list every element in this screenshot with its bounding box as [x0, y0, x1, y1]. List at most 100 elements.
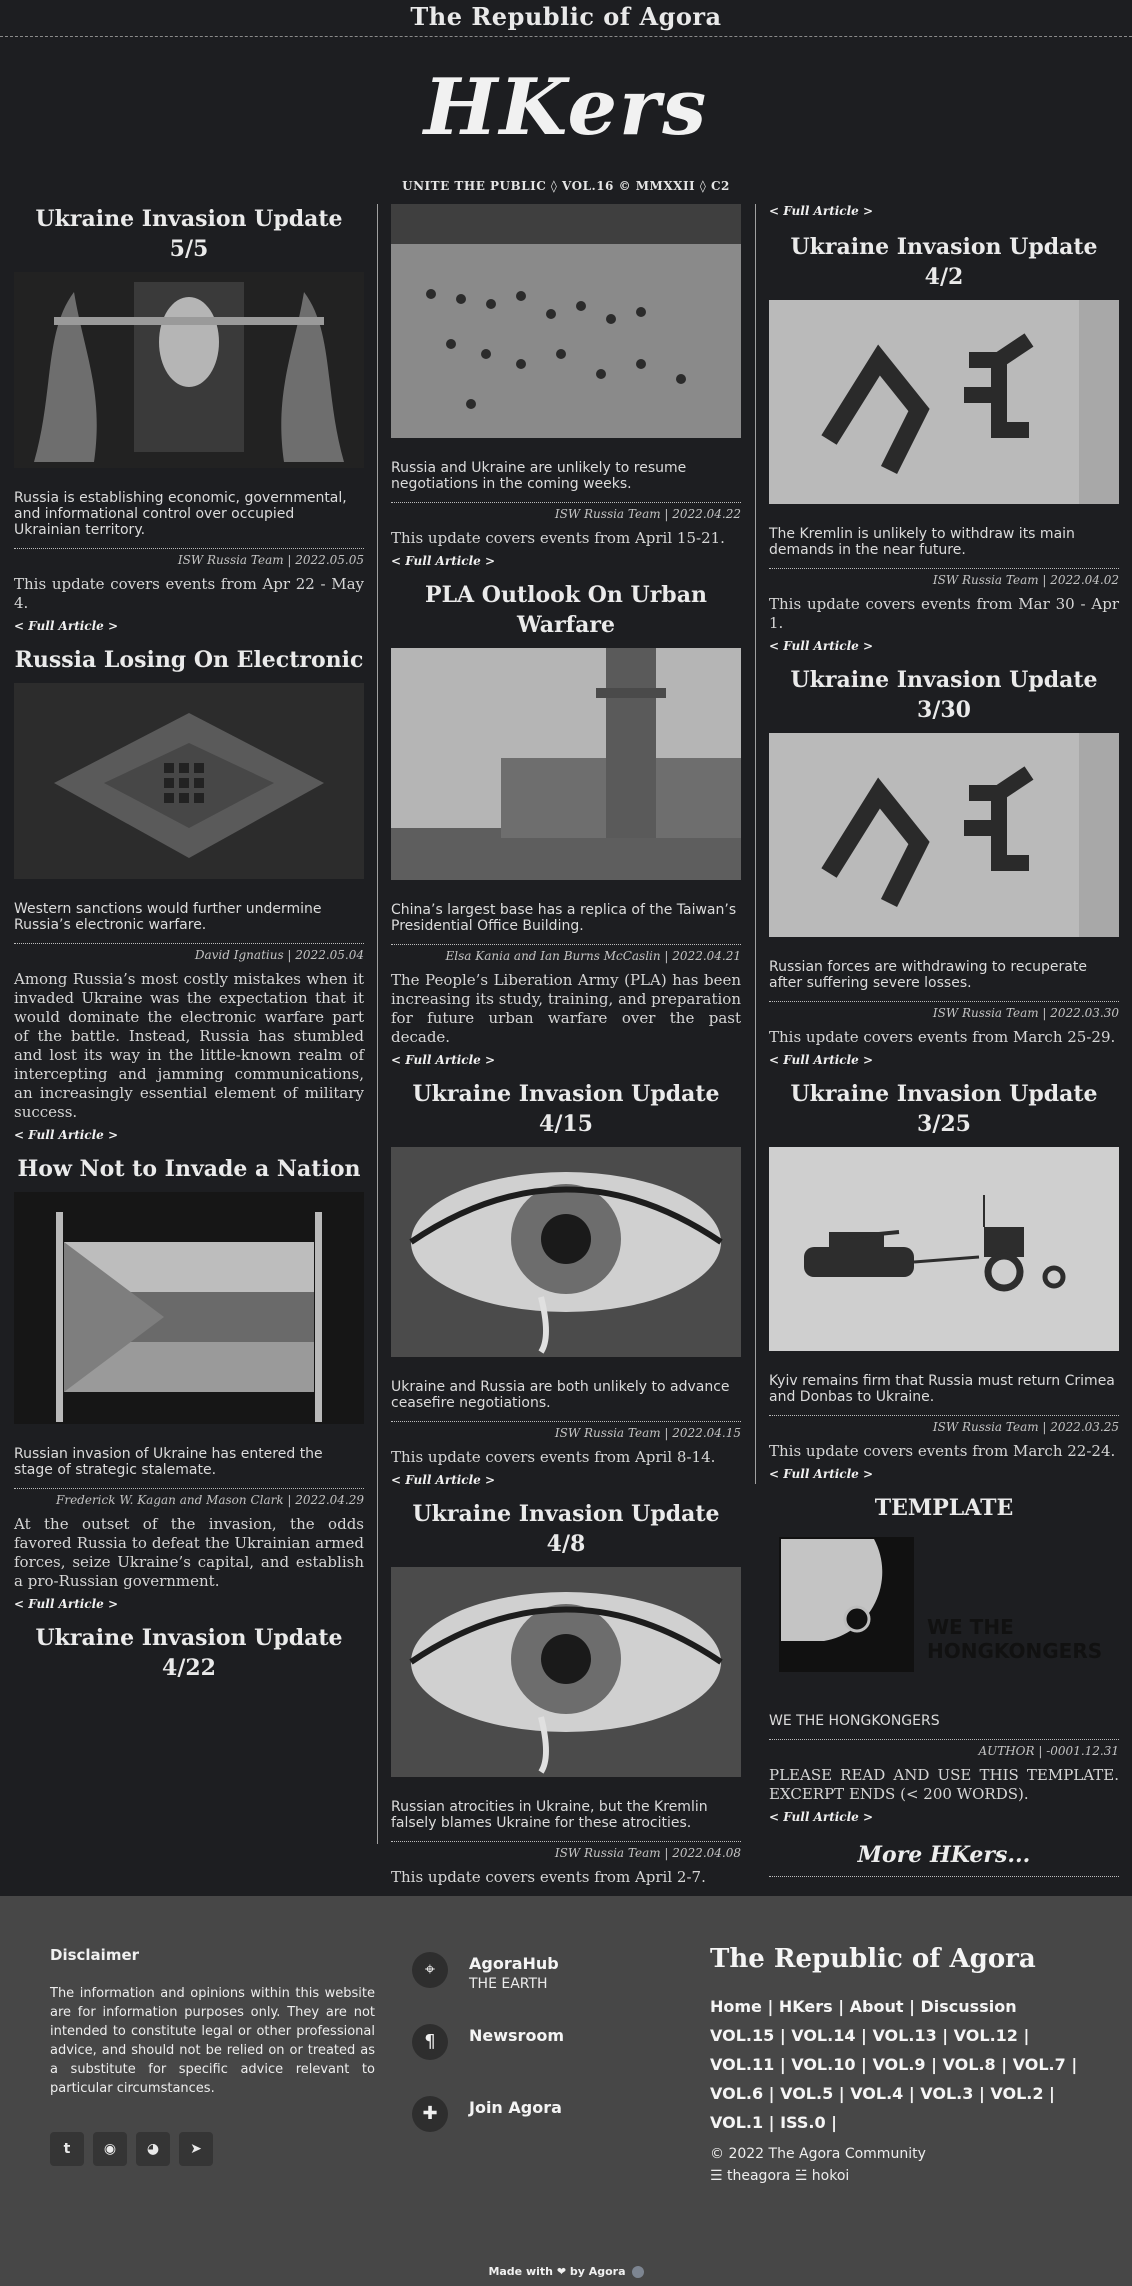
- full-article-link[interactable]: < Full Article >: [769, 204, 1119, 218]
- article-byline: ISW Russia Team | 2022.04.22: [391, 502, 741, 521]
- reddit-icon[interactable]: ◕: [136, 2132, 170, 2166]
- article-image[interactable]: [769, 1147, 1119, 1351]
- full-article-link[interactable]: < Full Article >: [769, 1467, 1119, 1481]
- full-article-link[interactable]: < Full Article >: [769, 1053, 1119, 1067]
- article-excerpt: This update covers events from March 22-…: [769, 1442, 1116, 1460]
- masthead: HKers UNITE THE PUBLIC ◊ VOL.16 © MMXXII…: [0, 53, 1132, 193]
- hub-subtitle: THE EARTH: [469, 1976, 548, 1992]
- column-divider: [377, 204, 378, 1844]
- article-image[interactable]: [769, 733, 1119, 937]
- telegram-icon[interactable]: ➤: [179, 2132, 213, 2166]
- article-grid: Ukraine Invasion Update 5/5 Russia is es…: [0, 204, 1132, 1886]
- article-title[interactable]: Russia Losing On Electronic: [14, 645, 364, 675]
- article-title[interactable]: Ukraine Invasion Update 4/2: [769, 232, 1119, 292]
- disclaimer-title: Disclaimer: [50, 1946, 140, 1964]
- twitter-icon[interactable]: t: [50, 2132, 84, 2166]
- nav-links[interactable]: Home | HKers | About | Discussion: [710, 1992, 1080, 2021]
- volume-links[interactable]: Home | HKers | About | Discussion VOL.15…: [710, 1992, 1080, 2137]
- article-excerpt: This update covers events from April 2-7…: [391, 1868, 706, 1886]
- article-byline: ISW Russia Team | 2022.03.30: [769, 1001, 1119, 1020]
- full-article-link[interactable]: < Full Article >: [769, 639, 1119, 653]
- disclaimer-text: The information and opinions within this…: [50, 1986, 375, 2096]
- article-title[interactable]: Ukraine Invasion Update 5/5: [14, 204, 364, 264]
- article-byline: ISW Russia Team | 2022.04.02: [769, 568, 1119, 587]
- article-excerpt: This update covers events from Apr 22 - …: [14, 575, 364, 612]
- template-image[interactable]: WE THE HONGKONGERS: [769, 1531, 1119, 1691]
- article-byline: ISW Russia Team | 2022.03.25: [769, 1415, 1119, 1434]
- article-image[interactable]: [391, 1147, 741, 1357]
- full-article-link[interactable]: < Full Article >: [14, 1128, 364, 1142]
- article-image[interactable]: [769, 300, 1119, 504]
- site-name[interactable]: The Republic of Agora: [410, 2, 721, 31]
- puzzle-icon: ✚: [412, 2096, 448, 2132]
- volume-links-row[interactable]: VOL.1 | ISS.0 |: [710, 2108, 1080, 2137]
- article-title[interactable]: How Not to Invade a Nation: [14, 1154, 364, 1184]
- article-card: Ukraine Invasion Update 5/5 Russia is es…: [14, 204, 364, 633]
- volume-links-row[interactable]: VOL.11 | VOL.10 | VOL.9 | VOL.8 | VOL.7 …: [710, 2050, 1080, 2079]
- article-image[interactable]: [391, 1567, 741, 1777]
- article-card: Ukraine Invasion Update 3/30 Russian for…: [769, 665, 1119, 1067]
- issue-info: UNITE THE PUBLIC ◊ VOL.16 © MMXXII ◊ C2: [402, 179, 730, 193]
- hub-title[interactable]: AgoraHub: [469, 1954, 559, 1973]
- article-lede: WE THE HONGKONGERS: [769, 1713, 940, 1729]
- full-article-link[interactable]: < Full Article >: [391, 554, 741, 568]
- volume-links-row[interactable]: VOL.15 | VOL.14 | VOL.13 | VOL.12 |: [710, 2021, 1080, 2050]
- article-excerpt: This update covers events from March 25-…: [769, 1028, 1116, 1046]
- template-image-text: WE THE HONGKONGERS: [927, 1615, 1103, 1663]
- footer: Disclaimer The information and opinions …: [0, 1896, 1132, 2286]
- article-card: PLA Outlook On Urban Warfare China’s lar…: [391, 580, 741, 1067]
- article-lede: The Kremlin is unlikely to withdraw its …: [769, 526, 1075, 558]
- article-lede: Kyiv remains firm that Russia must retur…: [769, 1373, 1115, 1405]
- top-bar: The Republic of Agora: [0, 0, 1132, 37]
- article-lede: Russia and Ukraine are unlikely to resum…: [391, 460, 687, 492]
- github-icon[interactable]: ◉: [93, 2132, 127, 2166]
- article-title[interactable]: Ukraine Invasion Update 4/22: [14, 1623, 364, 1683]
- full-article-link[interactable]: < Full Article >: [14, 619, 364, 633]
- article-card: Ukraine Invasion Update 4/15 Ukraine and…: [391, 1079, 741, 1487]
- article-title[interactable]: Ukraine Invasion Update 3/30: [769, 665, 1119, 725]
- article-lede: Russian forces are withdrawing to recupe…: [769, 959, 1087, 991]
- hub-title[interactable]: Join Agora: [469, 2098, 562, 2117]
- article-image[interactable]: [14, 272, 364, 468]
- article-lede: Russia is establishing economic, governm…: [14, 490, 347, 538]
- republic-name[interactable]: The Republic of Agora: [710, 1944, 1080, 1974]
- article-image[interactable]: [14, 683, 364, 879]
- volume-links-row[interactable]: VOL.6 | VOL.5 | VOL.4 | VOL.3 | VOL.2 |: [710, 2079, 1080, 2108]
- article-card: Russia Losing On Electronic Western sanc…: [14, 645, 364, 1142]
- article-title[interactable]: Ukraine Invasion Update 4/15: [391, 1079, 741, 1139]
- article-title[interactable]: PLA Outlook On Urban Warfare: [391, 580, 741, 640]
- full-article-link[interactable]: < Full Article >: [391, 1053, 741, 1067]
- article-lede: Ukraine and Russia are both unlikely to …: [391, 1379, 730, 1411]
- article-excerpt: This update covers events from Mar 30 - …: [769, 595, 1119, 632]
- map-pin-icon: ⌖: [412, 1952, 448, 1988]
- article-excerpt: This update covers events from April 15-…: [391, 529, 725, 547]
- article-excerpt: The People’s Liberation Army (PLA) has b…: [391, 971, 741, 1046]
- column-left: Ukraine Invasion Update 5/5 Russia is es…: [14, 204, 364, 1695]
- article-title[interactable]: TEMPLATE: [769, 1493, 1119, 1523]
- article-title[interactable]: Ukraine Invasion Update 3/25: [769, 1079, 1119, 1139]
- social-links: t ◉ ◕ ➤: [50, 2132, 222, 2166]
- article-card: Ukraine Invasion Update 3/25 Kyiv remain…: [769, 1079, 1119, 1481]
- article-title[interactable]: Ukraine Invasion Update 4/8: [391, 1499, 741, 1559]
- article-lede: China’s largest base has a replica of th…: [391, 902, 737, 934]
- status-dot-icon: [631, 2266, 644, 2278]
- article-excerpt: Among Russia’s most costly mistakes when…: [14, 970, 364, 1121]
- article-image[interactable]: [14, 1192, 364, 1424]
- more-hkers-link[interactable]: More HKers...: [769, 1842, 1119, 1877]
- full-article-link[interactable]: < Full Article >: [391, 1473, 741, 1487]
- article-excerpt: This update covers events from April 8-1…: [391, 1448, 716, 1466]
- article-image[interactable]: [391, 204, 741, 438]
- republic-nav: The Republic of Agora Home | HKers | Abo…: [710, 1944, 1080, 2187]
- column-divider: [755, 204, 756, 1484]
- article-byline: Frederick W. Kagan and Mason Clark | 202…: [14, 1488, 364, 1507]
- article-lede: Russian invasion of Ukraine has entered …: [14, 1446, 323, 1478]
- article-excerpt: PLEASE READ AND USE THIS TEMPLATE. EXCER…: [769, 1766, 1119, 1803]
- logo[interactable]: HKers: [0, 53, 1132, 163]
- paragraph-icon: ¶: [412, 2024, 448, 2060]
- full-article-link[interactable]: < Full Article >: [769, 1810, 1119, 1824]
- full-article-link[interactable]: < Full Article >: [14, 1597, 364, 1611]
- article-excerpt: At the outset of the invasion, the odds …: [14, 1515, 364, 1590]
- hub-title[interactable]: Newsroom: [469, 2026, 564, 2045]
- article-byline: ISW Russia Team | 2022.04.08: [391, 1841, 741, 1860]
- article-image[interactable]: [391, 648, 741, 880]
